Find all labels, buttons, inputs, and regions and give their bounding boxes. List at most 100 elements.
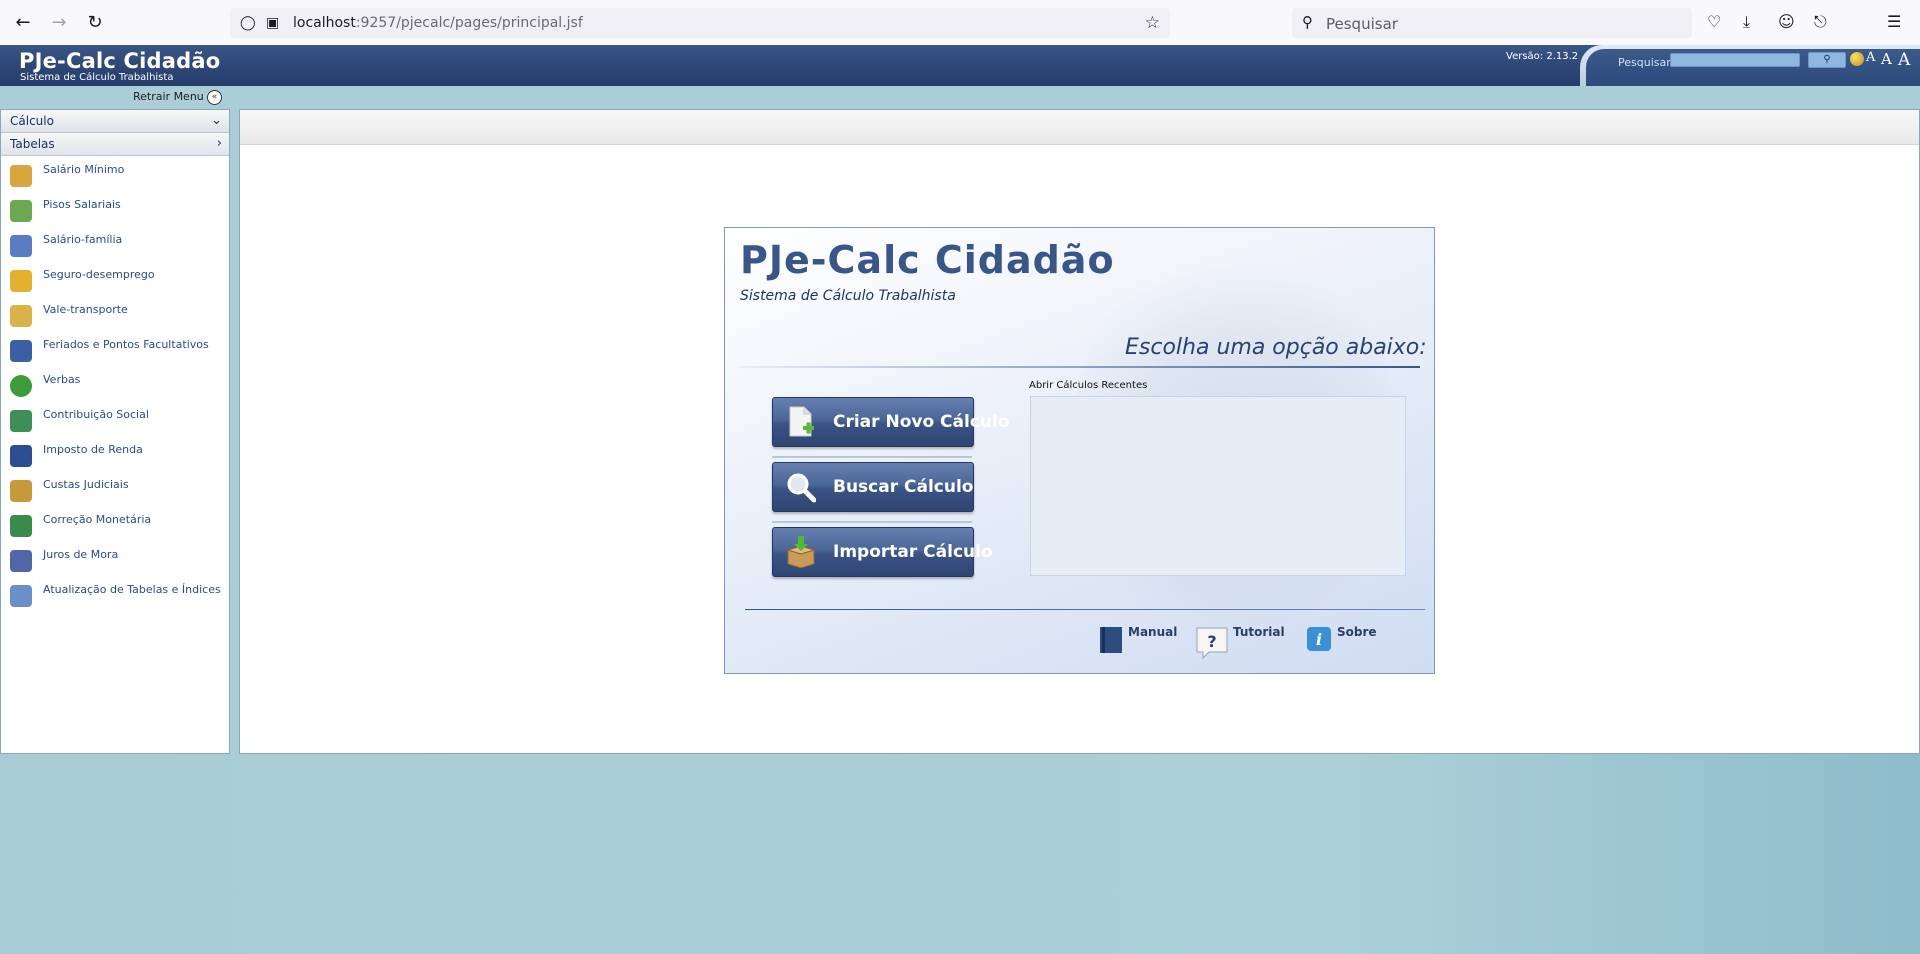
sidebar-item-label: Pisos Salariais [43,198,121,211]
sidebar-item-label: Salário Mínimo [43,163,125,176]
svg-text:i: i [1316,630,1322,649]
divider [772,456,972,458]
font-decrease-button[interactable]: A [1866,50,1875,65]
card-title: PJe-Calc Cidadão [740,238,1115,282]
sidebar-item-feriados[interactable]: Feriados e Pontos Facultativos [1,336,229,371]
page-background [0,754,1920,954]
sidebar-item-salario-minimo[interactable]: Salário Mínimo [1,161,229,196]
interest-icon [10,550,32,572]
app-logo-subtitle: Sistema de Cálculo Trabalhista [20,72,174,83]
family-icon [10,235,32,257]
recent-calculations-list[interactable] [1030,396,1406,576]
welcome-card: PJe-Calc Cidadão Sistema de Cálculo Trab… [724,227,1435,674]
chevron-right-icon: › [216,136,222,151]
create-calculation-label: Criar Novo Cálculo [833,412,1010,432]
sidebar-item-salario-familia[interactable]: Salário-família [1,231,229,266]
sidebar-item-vale-transporte[interactable]: Vale-transporte [1,301,229,336]
header-search-panel: Pesquisar ⚲ A A A [1586,49,1920,86]
tutorial-link[interactable]: Tutorial [1233,625,1285,639]
table-update-icon [10,585,32,607]
people-money-icon [10,200,32,222]
extensions-icon[interactable]: ⎋ [1814,12,1827,32]
app-logo-title: PJe-Calc Cidadão [19,49,221,73]
divider [745,609,1425,610]
sidebar-item-verbas[interactable]: Verbas [1,371,229,406]
account-icon[interactable]: ☺ [1778,12,1795,31]
about-link[interactable]: Sobre [1337,625,1377,639]
question-icon[interactable]: ? [1195,626,1229,660]
divider [740,366,1420,368]
pocket-icon[interactable]: ♡ [1707,12,1721,31]
sidebar-section-label: Cálculo [10,114,54,128]
version-label: Versão: 2.13.2 [1506,51,1579,62]
font-default-button[interactable]: A [1881,50,1892,68]
sidebar-item-custas-judiciais[interactable]: Custas Judiciais [1,476,229,511]
forward-icon[interactable]: → [47,11,71,35]
sidebar-item-label: Imposto de Renda [43,443,143,456]
page-info-icon[interactable]: ▣ [266,15,279,31]
recent-calculations-label: Abrir Cálculos Recentes [1029,380,1148,391]
chevron-down-icon: ⌄ [211,113,222,128]
search-icon: ⚲ [1823,54,1831,65]
downloads-icon[interactable]: ⤓ [1743,12,1750,32]
sidebar: Cálculo ⌄ Tabelas › Salário Mínimo Pisos… [0,109,230,754]
reload-icon[interactable]: ↻ [83,11,107,35]
browser-search-placeholder: Pesquisar [1326,15,1398,33]
theme-icon[interactable] [1850,52,1864,66]
browser-search-bar[interactable]: ⚲ Pesquisar [1292,8,1692,38]
book-icon[interactable] [1098,626,1124,654]
app-header: PJe-Calc Cidadão Sistema de Cálculo Trab… [0,45,1920,86]
sidebar-item-pisos-salariais[interactable]: Pisos Salariais [1,196,229,231]
menu-icon[interactable]: ☰ [1887,12,1901,31]
sidebar-item-atualizacao-tabelas[interactable]: Atualização de Tabelas e Índices [1,581,229,616]
ticket-icon [10,305,32,327]
import-box-icon [786,536,816,568]
sidebar-item-label: Correção Monetária [43,513,152,526]
manual-link[interactable]: Manual [1128,625,1177,639]
create-calculation-button[interactable]: Criar Novo Cálculo [772,397,1010,447]
sidebar-item-label: Contribuição Social [43,408,149,421]
sidebar-item-label: Verbas [43,373,81,386]
header-search-label: Pesquisar [1618,56,1671,69]
sidebar-item-label: Salário-família [43,233,123,246]
import-calculation-label: Importar Cálculo [833,542,993,562]
sidebar-item-label: Juros de Mora [43,548,119,561]
scales-icon [10,480,32,502]
main-toolbar [240,110,1919,145]
chart-up-icon [10,515,32,537]
calendar-icon [10,340,32,362]
bookmark-star-icon[interactable]: ☆ [1145,13,1160,33]
sidebar-item-juros-de-mora[interactable]: Juros de Mora [1,546,229,581]
search-calculation-button[interactable]: Buscar Cálculo [772,462,974,512]
svg-text:?: ? [1207,632,1216,651]
sidebar-item-seguro-desemprego[interactable]: Seguro-desemprego [1,266,229,301]
worker-icon [10,270,32,292]
header-search-input[interactable] [1670,53,1800,67]
sidebar-item-correcao-monetaria[interactable]: Correção Monetária [1,511,229,546]
new-document-icon [789,406,814,437]
url-text[interactable]: localhost:9257/pjecalc/pages/principal.j… [293,15,583,31]
sidebar-item-label: Seguro-desemprego [43,268,155,281]
retract-menu-label[interactable]: Retrair Menu [133,90,204,103]
dollar-coin-icon [10,375,32,397]
back-icon[interactable]: ← [11,11,35,35]
card-subtitle: Sistema de Cálculo Trabalhista [740,288,956,304]
font-increase-button[interactable]: A [1898,50,1910,70]
header-search-button[interactable]: ⚲ [1808,52,1846,68]
sidebar-item-contribuicao-social[interactable]: Contribuição Social [1,406,229,441]
info-icon[interactable]: i [1306,626,1332,652]
sidebar-section-calculo[interactable]: Cálculo ⌄ [1,110,229,133]
import-calculation-button[interactable]: Importar Cálculo [772,527,993,577]
sidebar-section-tabelas[interactable]: Tabelas › [1,133,229,156]
retract-menu-icon[interactable]: « [207,90,222,105]
search-icon: ⚲ [1302,13,1313,31]
money-bag-icon [10,165,32,187]
magnifier-icon [787,473,816,503]
sidebar-item-label: Vale-transporte [43,303,128,316]
shield-icon[interactable]: ◯ [240,15,256,31]
sidebar-item-label: Atualização de Tabelas e Índices [43,583,221,596]
search-calculation-label: Buscar Cálculo [833,477,974,497]
url-host: localhost [293,15,356,31]
sidebar-item-imposto-de-renda[interactable]: Imposto de Renda [1,441,229,476]
url-bar[interactable]: ◯ ▣ localhost:9257/pjecalc/pages/princip… [230,8,1170,38]
